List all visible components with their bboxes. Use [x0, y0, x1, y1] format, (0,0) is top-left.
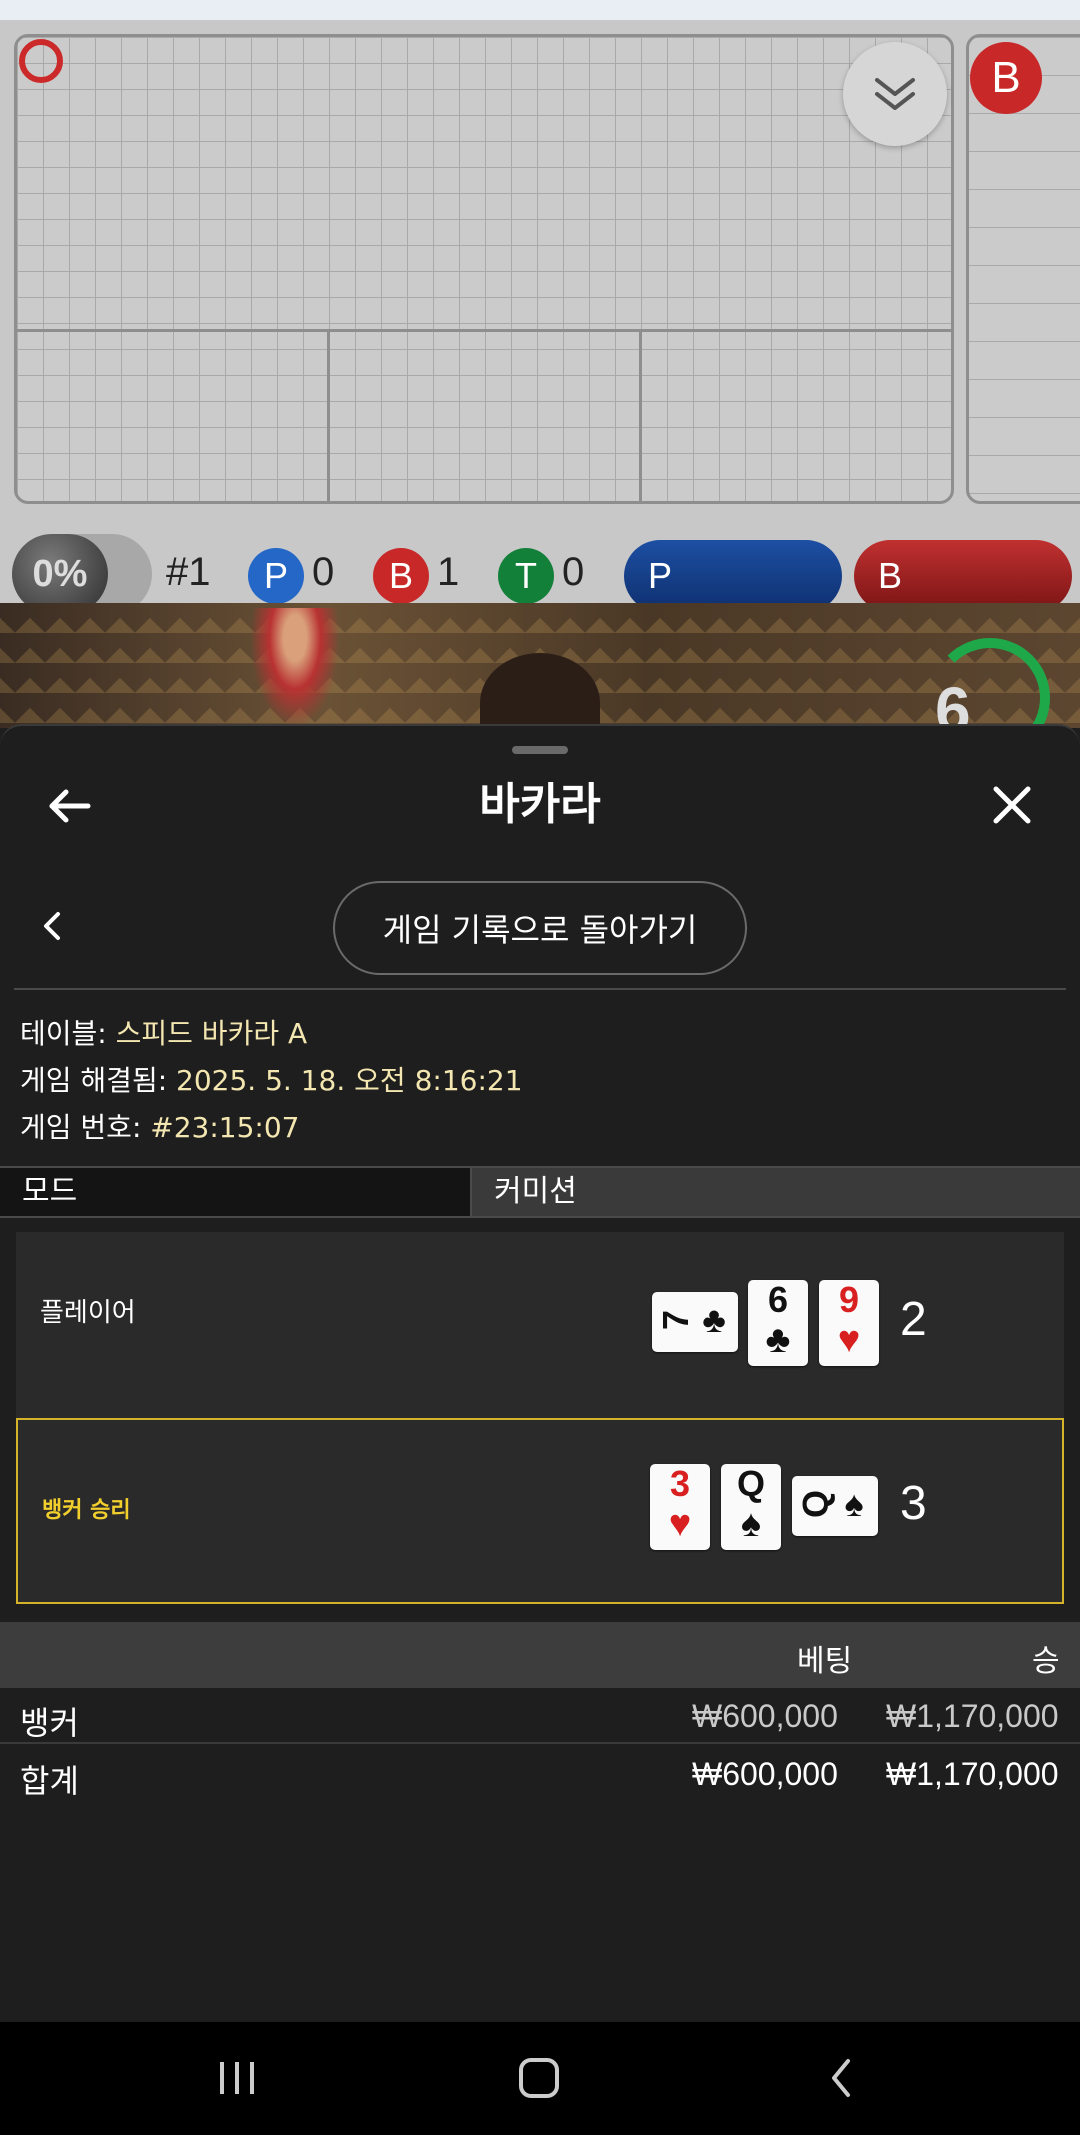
collapse-button[interactable]	[843, 42, 947, 146]
card-rank: 3	[669, 1463, 691, 1504]
card-rank: 7	[655, 1309, 696, 1331]
tie-count: 0	[562, 550, 585, 594]
chevron-double-down-icon	[875, 78, 915, 110]
playing-card: Q ♠	[792, 1476, 878, 1536]
return-to-history-button[interactable]: 게임 기록으로 돌아가기	[333, 881, 747, 975]
card-suit: ♥	[668, 1503, 692, 1545]
chevron-left-icon	[44, 912, 60, 940]
player-hand-label: 플레이어	[40, 1298, 136, 1328]
card-rank: 6	[767, 1279, 789, 1320]
bet-column-header: 베팅	[797, 1644, 853, 1679]
banker-predict-button[interactable]: B	[854, 540, 1072, 612]
total-label: 합계	[20, 1762, 79, 1800]
playing-card: 6 ♣	[748, 1280, 808, 1366]
sheet-drag-handle[interactable]	[512, 746, 568, 754]
resolved-label: 게임 해결됨:	[20, 1064, 168, 1097]
total-bet-amount: ₩600,000	[692, 1756, 838, 1792]
total-row: 합계 ₩600,000 ₩1,170,000	[0, 1746, 1080, 1802]
table-value: 스피드 바카라 A	[115, 1017, 308, 1050]
tie-count-badge: T	[498, 548, 554, 604]
card-suit: ♥	[837, 1319, 861, 1361]
game-number-value: #23:15:07	[150, 1111, 300, 1144]
banker-win-label: 뱅커 승리	[42, 1498, 131, 1523]
banker-result-badge: B	[970, 42, 1042, 114]
game-number-info: 게임 번호: #23:15:07	[20, 1106, 300, 1146]
prediction-percent: 0%	[12, 534, 108, 614]
commission-column-header: 커미션	[472, 1168, 1080, 1216]
bead-road-grid	[14, 34, 954, 504]
background-dealer	[250, 608, 340, 728]
divider	[14, 988, 1066, 990]
playing-card: 3 ♥	[650, 1464, 710, 1550]
card-rank: 9	[838, 1279, 860, 1320]
back-nav-icon[interactable]	[826, 2055, 856, 2101]
table-label: 테이블:	[20, 1017, 107, 1050]
card-rank: Q	[736, 1463, 765, 1504]
banker-count-badge: B	[373, 548, 429, 604]
card-suit: ♠	[844, 1483, 864, 1524]
banker-hand-row: 뱅커 승리 3 ♥ Q ♠ Q ♠ 3	[16, 1418, 1064, 1604]
big-road-result-marker	[19, 39, 63, 83]
banker-score: 3	[900, 1477, 927, 1530]
playing-card: 7 ♣	[652, 1292, 738, 1352]
home-icon[interactable]	[515, 2055, 565, 2101]
banker-count: 1	[437, 550, 460, 594]
player-count-badge: P	[248, 548, 304, 604]
bets-table-header: 베팅 승	[0, 1622, 1080, 1688]
grid-divider	[327, 329, 330, 501]
table-row: 뱅커 ₩600,000 ₩1,170,000	[0, 1688, 1080, 1744]
live-video: 6	[0, 603, 1080, 728]
card-suit: ♣	[765, 1319, 791, 1361]
player-score: 2	[900, 1293, 927, 1346]
game-history-sheet: 바카라 게임 기록으로 돌아가기 테이블: 스피드 바카라 A 게임 해결됨: …	[0, 724, 1080, 2022]
bet-type: 뱅커	[20, 1704, 79, 1742]
close-icon	[993, 786, 1031, 824]
card-suit: ♣	[702, 1299, 726, 1340]
roadmap-area: B 0% #1 P 0 B 1 T 0 P B	[0, 20, 1080, 614]
status-strip	[0, 0, 1080, 20]
resolved-value: 2025. 5. 18. 오전 8:16:21	[176, 1064, 523, 1097]
previous-game-button[interactable]	[38, 906, 66, 946]
countdown-number: 6	[935, 674, 971, 728]
bet-amount: ₩600,000	[692, 1698, 838, 1734]
table-info: 테이블: 스피드 바카라 A	[20, 1012, 307, 1052]
playing-card: Q ♠	[721, 1464, 781, 1550]
win-column-header: 승	[1032, 1644, 1060, 1679]
prediction-toggle[interactable]: 0%	[12, 534, 152, 614]
player-count: 0	[312, 550, 335, 594]
game-number-label: 게임 번호:	[20, 1111, 142, 1144]
card-suit: ♠	[740, 1503, 762, 1545]
grid-divider	[639, 329, 642, 501]
playing-card: 9 ♥	[819, 1280, 879, 1366]
player-hand-row: 플레이어 7 ♣ 6 ♣ 9 ♥ 2	[16, 1232, 1064, 1418]
close-button[interactable]	[988, 781, 1036, 829]
mode-commission-header: 모드 커미션	[0, 1166, 1080, 1218]
card-rank: Q	[795, 1490, 836, 1519]
player-predict-button[interactable]: P	[624, 540, 842, 612]
recent-apps-icon[interactable]	[212, 2058, 262, 2098]
resolved-info: 게임 해결됨: 2025. 5. 18. 오전 8:16:21	[20, 1059, 523, 1099]
sheet-title: 바카라	[479, 779, 601, 830]
win-amount: ₩1,170,000	[886, 1698, 1059, 1734]
grid-divider	[17, 329, 951, 332]
round-number: #1	[166, 550, 211, 594]
screen: B 0% #1 P 0 B 1 T 0 P B 6 바카라 게임 기록으로 돌아…	[0, 0, 1080, 2135]
mode-column-header: 모드	[0, 1168, 472, 1216]
system-navigation-bar	[0, 2022, 1080, 2135]
total-win-amount: ₩1,170,000	[886, 1756, 1059, 1792]
